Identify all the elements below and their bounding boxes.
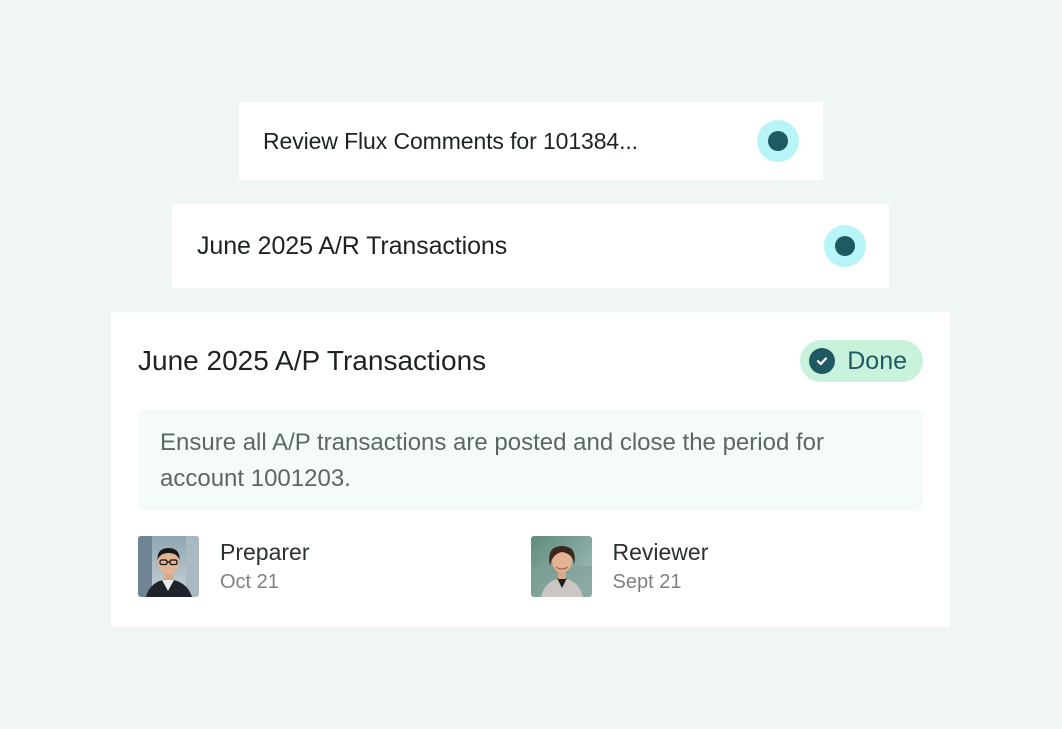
reviewer-avatar <box>530 536 592 597</box>
task-title: Review Flux Comments for 101384... <box>263 127 638 154</box>
preparer-role: Preparer <box>220 538 310 565</box>
task-description: Ensure all A/P transactions are posted a… <box>138 410 923 510</box>
status-dot-icon <box>824 225 866 267</box>
reviewer-role: Reviewer <box>612 538 709 565</box>
preparer: Preparer Oct 21 <box>138 536 531 597</box>
task-detail-card-ap-transactions[interactable]: June 2025 A/P Transactions Done Ensure a… <box>111 312 950 627</box>
assignees: Preparer Oct 21 Reviewer Sept 21 <box>138 536 923 597</box>
detail-header: June 2025 A/P Transactions Done <box>138 340 923 382</box>
check-circle-icon <box>809 348 836 374</box>
preparer-date: Oct 21 <box>220 570 279 593</box>
done-status-badge: Done <box>800 340 923 382</box>
reviewer-date: Sept 21 <box>612 570 682 593</box>
detail-title: June 2025 A/P Transactions <box>138 345 487 376</box>
task-card-flux-comments[interactable]: Review Flux Comments for 101384... <box>239 102 823 180</box>
done-label: Done <box>847 346 907 375</box>
reviewer: Reviewer Sept 21 <box>530 536 924 597</box>
preparer-avatar <box>138 536 199 597</box>
task-title: June 2025 A/R Transactions <box>197 231 508 260</box>
status-dot-icon <box>757 120 799 162</box>
task-card-ar-transactions[interactable]: June 2025 A/R Transactions <box>172 204 889 288</box>
